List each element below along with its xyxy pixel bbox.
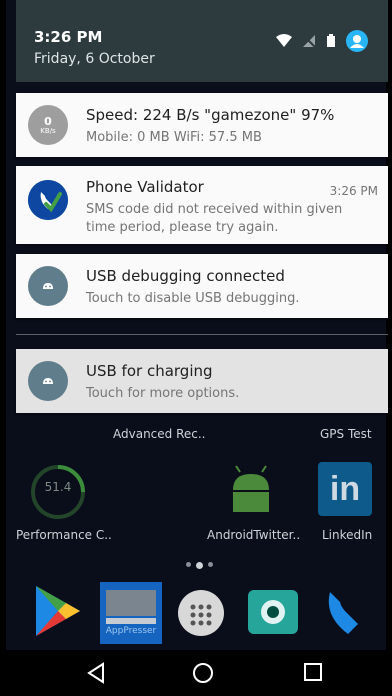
app-drawer-icon[interactable] bbox=[178, 590, 224, 636]
section-divider bbox=[16, 334, 388, 335]
android-debug-icon bbox=[28, 266, 68, 306]
phone-validator-title: Phone Validator bbox=[86, 178, 204, 196]
app-label-advanced[interactable]: Advanced Rec.. bbox=[113, 427, 206, 441]
usb-charging-notification[interactable]: USB for charging Touch for more options. bbox=[16, 349, 388, 413]
wifi-icon bbox=[276, 34, 292, 47]
speed-icon-unit: KB/s bbox=[40, 126, 56, 135]
navigation-bar bbox=[6, 650, 386, 696]
apppresser-label: AppPresser bbox=[105, 626, 157, 636]
performance-gauge-icon[interactable]: 51.4 bbox=[28, 462, 88, 522]
app-label-linkedin[interactable]: LinkedIn bbox=[322, 528, 372, 542]
status-date: Friday, 6 October bbox=[34, 51, 155, 67]
speed-title: Speed: 224 B/s "gamezone" 97% bbox=[86, 106, 335, 124]
battery-icon bbox=[327, 34, 335, 47]
app-label-androidtwitter[interactable]: AndroidTwitter.. bbox=[207, 528, 300, 542]
speed-icon: 0 KB/s bbox=[28, 105, 68, 145]
notification-shade-header[interactable]: 3:26 PM Friday, 6 October bbox=[16, 0, 388, 82]
page-indicator bbox=[186, 562, 213, 569]
usb-debugging-notification[interactable]: USB debugging connected Touch to disable… bbox=[16, 254, 388, 318]
phone-dialer-icon[interactable] bbox=[318, 584, 376, 642]
play-store-icon[interactable] bbox=[32, 582, 84, 640]
home-icon[interactable] bbox=[192, 662, 214, 684]
phone-validator-icon bbox=[28, 180, 68, 220]
status-time: 3:26 PM bbox=[34, 28, 103, 46]
usb-charging-title: USB for charging bbox=[86, 362, 213, 380]
android-app-icon[interactable] bbox=[224, 462, 278, 516]
status-icons bbox=[276, 30, 368, 52]
apppresser-icon[interactable]: AppPresser bbox=[100, 582, 162, 644]
usb-debugging-subtitle: Touch to disable USB debugging. bbox=[86, 291, 300, 306]
usb-charging-subtitle: Touch for more options. bbox=[86, 386, 240, 401]
phone-validator-msg-line1: SMS code did not received within given bbox=[86, 202, 343, 217]
app-label-performance[interactable]: Performance C.. bbox=[16, 528, 112, 542]
back-icon[interactable] bbox=[86, 662, 106, 684]
gauge-value: 51.4 bbox=[44, 480, 72, 494]
phone-validator-msg-line2: time period, please try again. bbox=[86, 220, 279, 235]
dock: AppPresser bbox=[6, 578, 386, 650]
no-signal-icon bbox=[302, 34, 316, 48]
linkedin-logo: in bbox=[329, 469, 361, 508]
user-avatar-icon[interactable] bbox=[346, 30, 368, 52]
phone-validator-time: 3:26 PM bbox=[329, 184, 378, 198]
recents-icon[interactable] bbox=[303, 662, 323, 682]
speed-icon-value: 0 bbox=[44, 114, 52, 128]
phone-validator-notification[interactable]: Phone Validator 3:26 PM SMS code did not… bbox=[16, 166, 388, 244]
usb-debugging-title: USB debugging connected bbox=[86, 267, 285, 285]
speed-notification[interactable]: 0 KB/s Speed: 224 B/s "gamezone" 97% Mob… bbox=[16, 93, 388, 157]
speed-subtitle: Mobile: 0 MB WiFi: 57.5 MB bbox=[86, 130, 262, 145]
app-label-gps[interactable]: GPS Test bbox=[320, 427, 372, 441]
camera-icon[interactable] bbox=[248, 590, 298, 634]
linkedin-app-icon[interactable]: in bbox=[318, 462, 372, 516]
android-usb-icon bbox=[28, 361, 68, 401]
